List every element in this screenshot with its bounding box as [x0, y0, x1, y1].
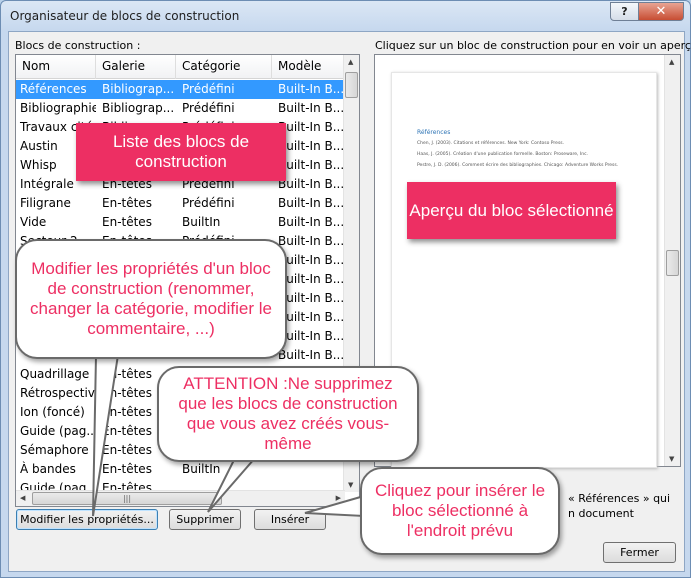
scroll-right-icon[interactable]: ▶ — [336, 494, 341, 502]
preview-vertical-scrollbar[interactable]: ▲ ▼ — [664, 55, 680, 466]
column-header-template[interactable]: Modèle — [272, 55, 345, 79]
preview-pane: Références Chen, J. (2003). Citations et… — [374, 54, 681, 468]
cell-template: Built-In B... — [278, 196, 345, 210]
column-header-name[interactable]: Nom — [16, 55, 96, 79]
edit-properties-bubble: Modifier les propriétés d'un bloc de con… — [15, 239, 287, 359]
list-label: Blocs de construction : — [15, 39, 141, 52]
cell-category: Prédéfini — [182, 82, 235, 96]
cell-category: BuiltIn — [182, 462, 221, 476]
cell-name: Filigrane — [20, 196, 71, 210]
hscroll-thumb[interactable]: ||| — [32, 492, 222, 505]
cell-name: Ion (foncé) — [20, 405, 85, 419]
close-window-button[interactable]: ✕ — [638, 2, 684, 21]
delete-button[interactable]: Supprimer — [169, 509, 241, 530]
cell-template: Built-In B... — [278, 101, 345, 115]
table-row[interactable]: Bibliographie Bibliograp... Prédéfini Built… — [16, 99, 345, 118]
insert-button[interactable]: Insérer — [254, 509, 326, 530]
help-button[interactable]: ? — [610, 2, 639, 21]
delete-warning-bubble: ATTENTION :Ne supprimez que les blocs de… — [157, 366, 419, 462]
cell-gallery: En-têtes — [102, 215, 152, 229]
preview-line: Haas, J. (2005). Création d'une publicat… — [417, 152, 588, 157]
cell-name: Rétrospective — [20, 386, 96, 400]
cell-gallery: Bibliograp... — [102, 82, 175, 96]
title-bar: Organisateur de blocs de construction ? … — [1, 1, 690, 31]
cell-name: Vide — [20, 215, 47, 229]
preview-line: Chen, J. (2003). Citations et références… — [417, 141, 565, 146]
preview-heading: Références — [417, 129, 451, 136]
column-header-gallery[interactable]: Galerie — [96, 55, 176, 79]
cell-gallery: Bibliograp... — [102, 101, 175, 115]
list-header: Nom Galerie Catégorie Modèle — [16, 55, 345, 79]
close-button[interactable]: Fermer — [603, 542, 676, 563]
cell-name: Références — [20, 82, 87, 96]
cell-template: Built-In B... — [278, 82, 345, 96]
preview-line: Pestre, J. D. (2006). Comment écrire des… — [417, 163, 619, 168]
cell-name: Bibliographie — [20, 101, 96, 115]
cell-category: Prédéfini — [182, 196, 235, 210]
table-row[interactable]: Vide En-têtes BuiltIn Built-In B... — [16, 213, 345, 232]
table-row[interactable]: À bandes En-têtes BuiltIn — [16, 460, 345, 479]
scroll-down-icon[interactable]: ▼ — [669, 455, 674, 463]
cell-name: Guide (pag... — [20, 424, 96, 438]
cell-template: Built-In B... — [278, 215, 345, 229]
scroll-up-icon[interactable]: ▲ — [348, 58, 353, 66]
window-title: Organisateur de blocs de construction — [10, 9, 240, 23]
scroll-up-icon[interactable]: ▲ — [669, 58, 674, 66]
cell-name: Sémaphore — [20, 443, 89, 457]
insert-bubble: Cliquez pour insérer le bloc sélectionné… — [360, 467, 560, 555]
scroll-left-icon[interactable]: ◀ — [20, 494, 25, 502]
list-horizontal-scrollbar[interactable]: ◀ ||| ▶ — [16, 490, 345, 506]
cell-gallery: En-têtes — [102, 196, 152, 210]
preview-label: Cliquez sur un bloc de construction pour… — [375, 39, 691, 52]
list-callout: Liste des blocs de construction — [76, 123, 286, 181]
preview-page: Références Chen, J. (2003). Citations et… — [391, 72, 657, 468]
column-header-category[interactable]: Catégorie — [176, 55, 272, 79]
cell-gallery: En-têtes — [102, 462, 152, 476]
cell-name: Quadrillage — [20, 367, 90, 381]
table-row[interactable]: Références Bibliograp... Prédéfini Built-In… — [16, 80, 345, 99]
cell-template — [272, 460, 345, 479]
edit-properties-button[interactable]: Modifier les propriétés... — [16, 509, 158, 530]
cell-name: À bandes — [20, 462, 76, 476]
scroll-down-icon[interactable]: ▼ — [348, 481, 353, 489]
cell-category: BuiltIn — [182, 215, 221, 229]
scroll-thumb[interactable] — [345, 72, 358, 98]
block-description: « Références » qui n document — [568, 491, 688, 521]
scroll-thumb[interactable] — [666, 250, 679, 276]
description-line: n document — [568, 507, 634, 520]
description-line: « Références » qui — [568, 492, 671, 505]
table-row[interactable]: Filigrane En-têtes Prédéfini Built-In B... — [16, 194, 345, 213]
cell-category: Prédéfini — [182, 101, 235, 115]
preview-callout: Aperçu du bloc sélectionné — [407, 182, 616, 239]
